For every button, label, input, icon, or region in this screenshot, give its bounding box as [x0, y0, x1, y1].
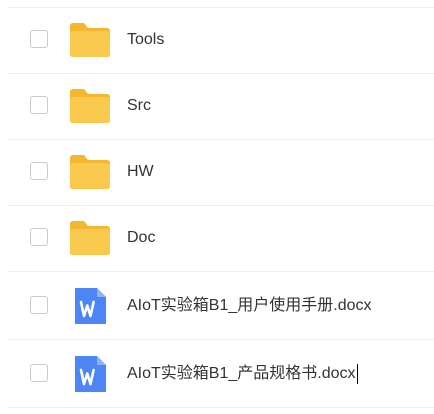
- file-name[interactable]: AIoT实验箱B1_用户使用手册.docx: [127, 296, 372, 316]
- file-name[interactable]: HW: [127, 162, 154, 182]
- word-document-icon: [70, 354, 110, 394]
- row-checkbox[interactable]: [30, 228, 48, 246]
- file-name[interactable]: Tools: [127, 30, 164, 50]
- folder-icon: [70, 20, 110, 60]
- file-name[interactable]: Doc: [127, 228, 155, 248]
- list-item-document[interactable]: AIoT实验箱B1_产品规格书.docx: [8, 342, 434, 408]
- row-checkbox[interactable]: [30, 364, 48, 382]
- list-item-document[interactable]: AIoT实验箱B1_用户使用手册.docx: [8, 274, 434, 340]
- text-cursor: [356, 364, 358, 384]
- folder-icon: [70, 152, 110, 192]
- list-item-folder[interactable]: Tools: [8, 8, 434, 74]
- row-checkbox[interactable]: [30, 162, 48, 180]
- file-name[interactable]: Src: [127, 96, 151, 116]
- folder-icon: [70, 218, 110, 258]
- row-checkbox[interactable]: [30, 96, 48, 114]
- list-item-folder[interactable]: Doc: [8, 206, 434, 272]
- folder-icon: [70, 86, 110, 126]
- row-checkbox[interactable]: [30, 30, 48, 48]
- top-divider: [8, 0, 434, 8]
- word-document-icon: [70, 286, 110, 326]
- file-name[interactable]: AIoT实验箱B1_产品规格书.docx: [127, 365, 356, 382]
- file-name-editing[interactable]: AIoT实验箱B1_产品规格书.docx: [127, 364, 358, 384]
- list-item-folder[interactable]: HW: [8, 140, 434, 206]
- list-item-folder[interactable]: Src: [8, 74, 434, 140]
- row-checkbox[interactable]: [30, 296, 48, 314]
